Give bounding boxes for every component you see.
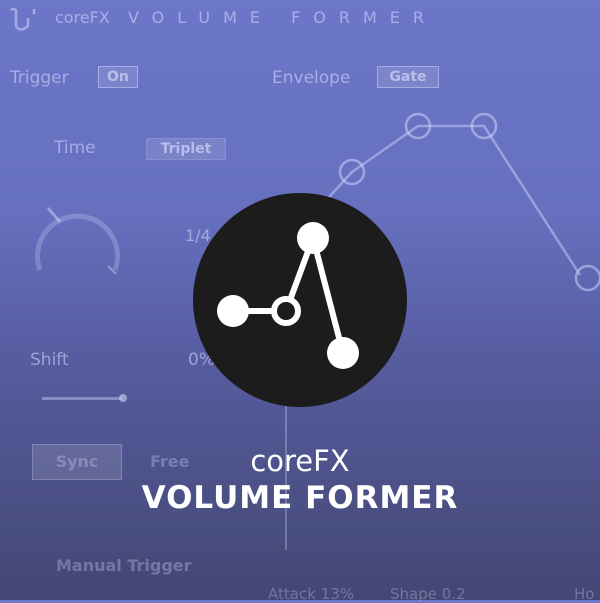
overlay-brand: coreFX <box>250 444 350 478</box>
envelope-nodes-icon <box>193 193 407 407</box>
shape-label: Shape <box>390 585 437 603</box>
shift-slider-handle[interactable] <box>119 394 127 402</box>
envelope-node[interactable] <box>574 264 600 292</box>
overlay-product: VOLUME FORMER <box>141 480 459 516</box>
shape-readout: Shape 0.2 <box>390 585 466 603</box>
time-knob[interactable] <box>20 190 130 280</box>
time-label: Time <box>54 138 96 158</box>
envelope-mode-button[interactable]: Gate <box>377 66 439 88</box>
attack-label: Attack <box>268 585 316 603</box>
brand-name: coreFX <box>55 8 110 27</box>
envelope-label: Envelope <box>272 68 351 88</box>
plugin-title: VOLUME FORMER <box>128 8 438 27</box>
hold-label: Ho <box>574 585 595 603</box>
time-mode-button[interactable]: Triplet <box>146 138 226 160</box>
attack-readout: Attack 13% <box>268 585 354 603</box>
trigger-toggle[interactable]: On <box>98 66 138 88</box>
trigger-label: Trigger <box>10 68 69 88</box>
shape-value: 0.2 <box>441 585 466 603</box>
attack-value: 13% <box>320 585 355 603</box>
wave-logo-icon <box>10 7 36 31</box>
manual-trigger-button[interactable]: Manual Trigger <box>56 556 192 575</box>
shift-label: Shift <box>30 350 69 370</box>
shift-slider[interactable] <box>42 397 122 400</box>
